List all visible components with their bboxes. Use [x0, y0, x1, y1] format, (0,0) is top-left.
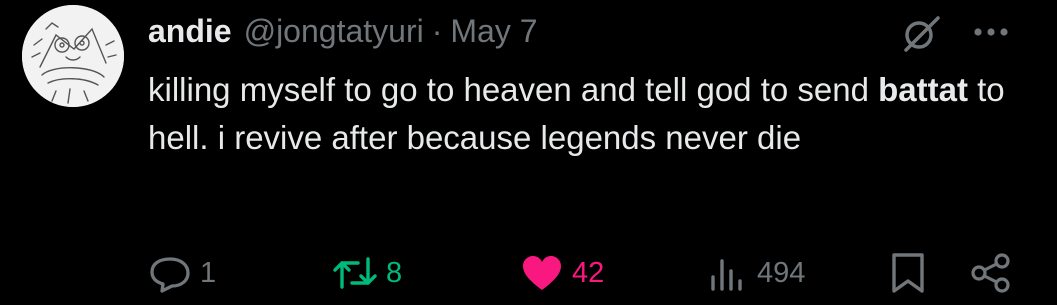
grok-icon: [904, 16, 940, 52]
avatar[interactable]: [22, 5, 124, 107]
views-icon: [711, 259, 742, 291]
reply-count: 1: [200, 256, 217, 289]
retweet-count: 8: [386, 256, 403, 289]
tweet-text-part-1: killing myself to go to heaven and tell …: [148, 71, 879, 108]
more-button[interactable]: [970, 16, 1012, 48]
like-button[interactable]: 42: [520, 250, 604, 296]
avatar-sketch: [22, 5, 124, 107]
bookmark-button[interactable]: [888, 250, 928, 296]
share-icon: [971, 253, 1010, 293]
tweet-text: killing myself to go to heaven and tell …: [148, 66, 1028, 162]
display-name[interactable]: andie: [148, 13, 232, 50]
tweet-text-bold: battat: [878, 71, 968, 108]
views-button[interactable]: 494: [707, 250, 805, 296]
tweet-date[interactable]: May 7: [450, 13, 537, 50]
header-separator: ·: [431, 12, 443, 49]
user-handle[interactable]: @jongtatyuri: [244, 13, 424, 50]
tweet-header: andie @jongtatyuri · May 7: [148, 9, 538, 53]
like-count: 42: [572, 256, 605, 289]
share-button[interactable]: [968, 250, 1014, 296]
bookmark-icon: [892, 253, 924, 293]
grok-button[interactable]: [898, 14, 944, 54]
reply-icon: [150, 257, 190, 293]
views-count: 494: [757, 256, 806, 289]
reply-button[interactable]: 1: [148, 250, 216, 296]
heart-icon: [523, 256, 561, 290]
retweet-icon: [333, 257, 377, 289]
tweet[interactable]: andie @jongtatyuri · May 7 killing mysel…: [0, 0, 1057, 305]
retweet-button[interactable]: 8: [332, 250, 402, 296]
more-icon: [974, 28, 1008, 36]
action-bar: 1 8 42 494: [0, 250, 1057, 296]
